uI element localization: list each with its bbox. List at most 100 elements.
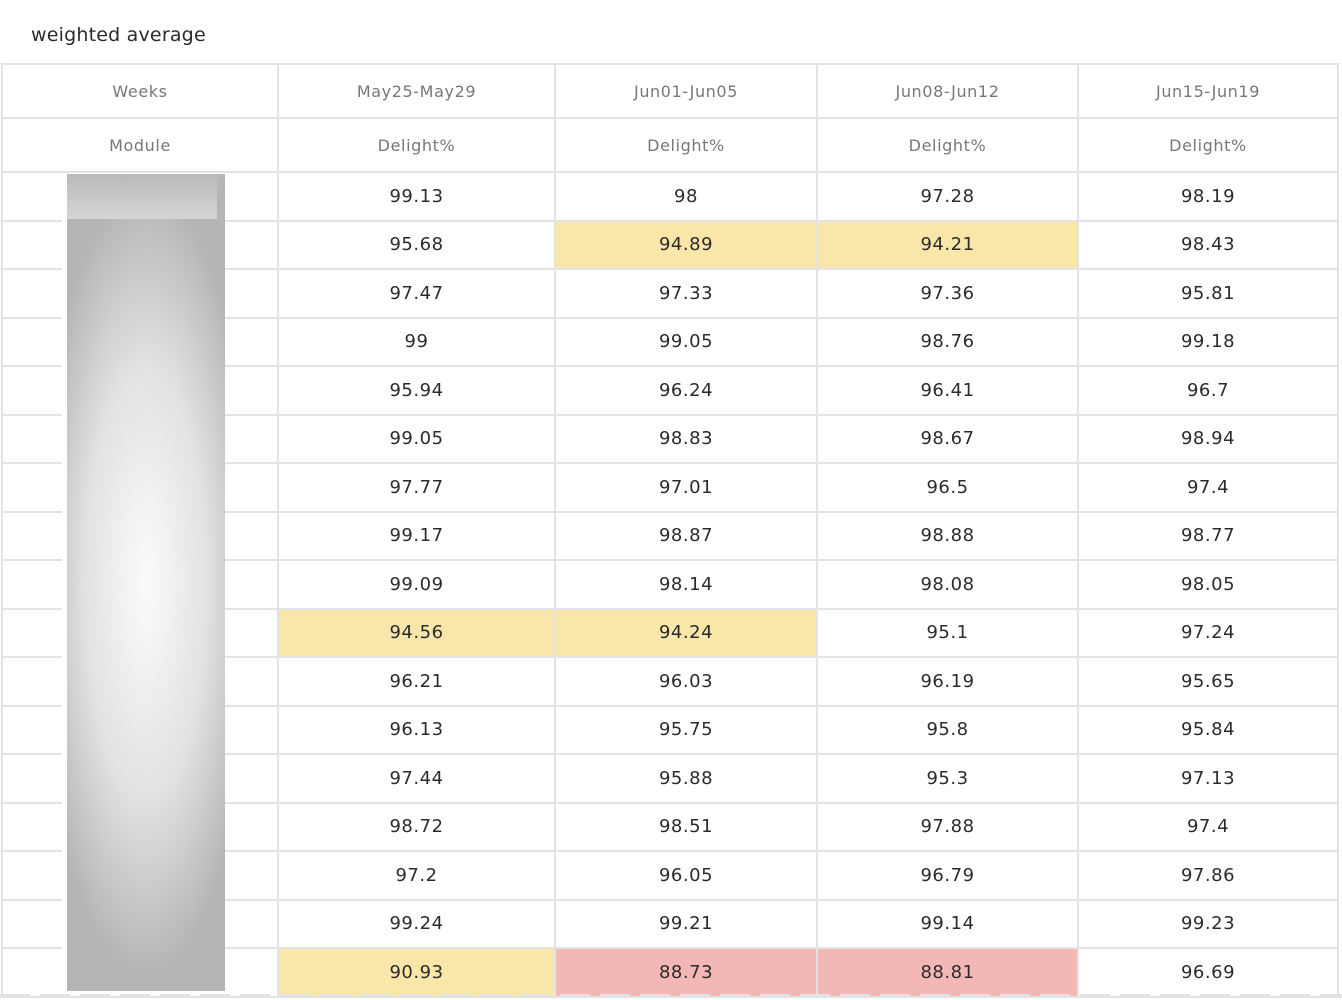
table-body: 99.13 98 97.28 98.19 95.68 94.89 94.21 98.43 97.… (1, 171, 1339, 998)
module-name-cell (1, 801, 279, 852)
delight-value-cell: 96.03 (554, 656, 818, 707)
table-row: 94.56 94.24 95.1 97.24 (1, 607, 1339, 658)
delight-value-cell: 97.4 (1077, 462, 1339, 513)
metric-header-row: Module Delight% Delight% Delight% Deligh… (1, 117, 1339, 173)
delight-value-cell: 94.21 (816, 219, 1079, 270)
table-row: 99.09 98.14 98.08 98.05 (1, 559, 1339, 610)
delight-value-cell: 97.28 (816, 171, 1079, 222)
table-row: 96.13 95.75 95.8 95.84 (1, 704, 1339, 755)
delight-value-cell: 97.4 (1077, 801, 1339, 852)
delight-value-cell: 97.24 (1077, 607, 1339, 658)
report-title: weighted average (31, 24, 206, 46)
delight-value-cell: 88.81 (816, 947, 1079, 998)
delight-value-cell: 97.88 (816, 801, 1079, 852)
delight-value-cell: 98.83 (554, 413, 818, 464)
delight-value-cell: 97.13 (1077, 753, 1339, 804)
delight-value-cell: 97.47 (277, 268, 556, 319)
delight-value-cell: 97.77 (277, 462, 556, 513)
delight-value-cell: 95.81 (1077, 268, 1339, 319)
module-name-cell (1, 219, 279, 270)
table-row: 95.68 94.89 94.21 98.43 (1, 219, 1339, 270)
delight-value-cell: 95.94 (277, 365, 556, 416)
delight-value-cell: 95.65 (1077, 656, 1339, 707)
week-column-header[interactable]: Jun01-Jun05 (554, 63, 818, 119)
delight-value-cell: 94.24 (554, 607, 818, 658)
delight-value-cell: 99 (277, 316, 556, 367)
module-label: Module (1, 117, 279, 173)
delight-value-cell: 95.84 (1077, 704, 1339, 755)
delight-value-cell: 98.43 (1077, 219, 1339, 270)
delight-value-cell: 98.72 (277, 801, 556, 852)
table-row: 90.93 88.73 88.81 96.69 (1, 947, 1339, 998)
table-bottom-edge (0, 994, 1342, 998)
delight-value-cell: 94.89 (554, 219, 818, 270)
module-name-cell (1, 365, 279, 416)
delight-value-cell: 97.86 (1077, 850, 1339, 901)
module-name-cell (1, 656, 279, 707)
table-row: 99.05 98.83 98.67 98.94 (1, 413, 1339, 464)
delight-value-cell: 98.14 (554, 559, 818, 610)
delight-value-cell: 99.14 (816, 898, 1079, 949)
table-row: 97.77 97.01 96.5 97.4 (1, 462, 1339, 513)
module-name-cell (1, 268, 279, 319)
delight-value-cell: 95.1 (816, 607, 1079, 658)
delight-value-cell: 98.77 (1077, 510, 1339, 561)
delight-value-cell: 98.08 (816, 559, 1079, 610)
table-row: 95.94 96.24 96.41 96.7 (1, 365, 1339, 416)
delight-value-cell: 99.09 (277, 559, 556, 610)
delight-value-cell: 98.76 (816, 316, 1079, 367)
delight-value-cell: 97.33 (554, 268, 818, 319)
module-name-cell (1, 607, 279, 658)
metric-header: Delight% (277, 117, 556, 173)
table-row: 99.13 98 97.28 98.19 (1, 171, 1339, 222)
delight-value-cell: 99.05 (554, 316, 818, 367)
module-name-cell (1, 316, 279, 367)
delight-value-cell: 95.8 (816, 704, 1079, 755)
metric-header: Delight% (554, 117, 818, 173)
delight-value-cell: 90.93 (277, 947, 556, 998)
delight-value-cell: 96.05 (554, 850, 818, 901)
delight-value-cell: 96.7 (1077, 365, 1339, 416)
delight-value-cell: 99.13 (277, 171, 556, 222)
delight-value-cell: 98 (554, 171, 818, 222)
week-column-header[interactable]: May25-May29 (277, 63, 556, 119)
delight-value-cell: 98.87 (554, 510, 818, 561)
delight-value-cell: 88.73 (554, 947, 818, 998)
delight-value-cell: 99.18 (1077, 316, 1339, 367)
module-name-cell (1, 171, 279, 222)
week-column-header[interactable]: Jun08-Jun12 (816, 63, 1079, 119)
module-name-cell (1, 850, 279, 901)
delight-table: Weeks May25-May29 Jun01-Jun05 Jun08-Jun1… (1, 63, 1339, 998)
delight-value-cell: 99.24 (277, 898, 556, 949)
module-name-cell (1, 704, 279, 755)
delight-value-cell: 98.88 (816, 510, 1079, 561)
metric-header: Delight% (816, 117, 1079, 173)
delight-value-cell: 96.21 (277, 656, 556, 707)
delight-value-cell: 99.21 (554, 898, 818, 949)
weeks-header-row: Weeks May25-May29 Jun01-Jun05 Jun08-Jun1… (1, 63, 1339, 119)
delight-value-cell: 98.51 (554, 801, 818, 852)
delight-value-cell: 99.17 (277, 510, 556, 561)
delight-value-cell: 98.94 (1077, 413, 1339, 464)
delight-value-cell: 96.69 (1077, 947, 1339, 998)
delight-value-cell: 96.13 (277, 704, 556, 755)
weeks-label: Weeks (1, 63, 279, 119)
delight-value-cell: 96.19 (816, 656, 1079, 707)
table-row: 99.17 98.87 98.88 98.77 (1, 510, 1339, 561)
delight-value-cell: 99.05 (277, 413, 556, 464)
table-row: 98.72 98.51 97.88 97.4 (1, 801, 1339, 852)
delight-value-cell: 95.88 (554, 753, 818, 804)
delight-value-cell: 97.44 (277, 753, 556, 804)
table-row: 97.2 96.05 96.79 97.86 (1, 850, 1339, 901)
week-column-header[interactable]: Jun15-Jun19 (1077, 63, 1339, 119)
delight-value-cell: 96.5 (816, 462, 1079, 513)
module-name-cell (1, 898, 279, 949)
module-name-cell (1, 462, 279, 513)
delight-value-cell: 94.56 (277, 607, 556, 658)
delight-value-cell: 95.68 (277, 219, 556, 270)
weighted-average-report: weighted average Weeks May25-May29 Jun01… (0, 0, 1342, 1000)
delight-value-cell: 98.19 (1077, 171, 1339, 222)
delight-value-cell: 96.24 (554, 365, 818, 416)
table-row: 97.44 95.88 95.3 97.13 (1, 753, 1339, 804)
metric-header: Delight% (1077, 117, 1339, 173)
